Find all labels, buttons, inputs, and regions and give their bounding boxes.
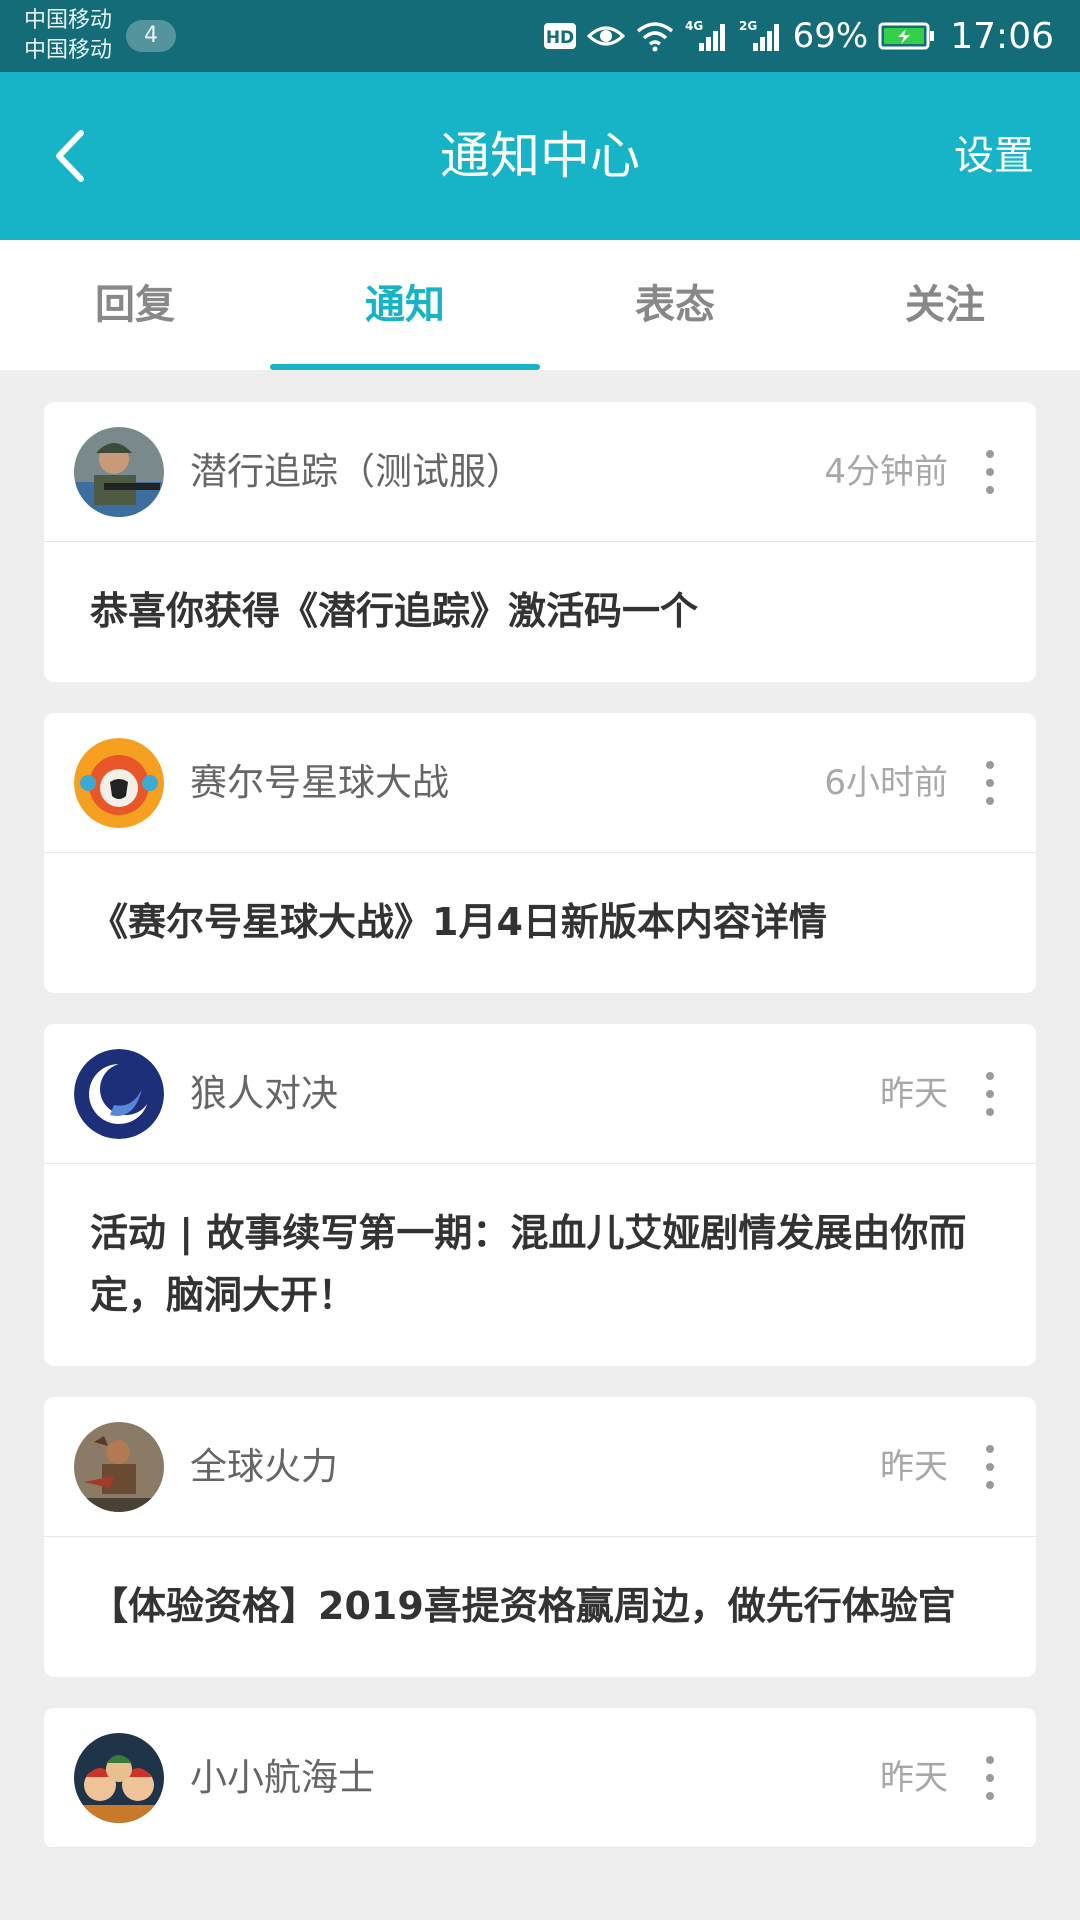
app-name: 全球火力 (190, 1445, 338, 1488)
more-options-icon[interactable] (982, 1072, 998, 1116)
app-avatar[interactable] (74, 1049, 164, 1139)
svg-text:2G: 2G (739, 19, 757, 33)
notification-list: 潜行追踪（测试服） 4分钟前 恭喜你获得《潜行追踪》激活码一个 赛尔号星球大战 … (44, 402, 1036, 1879)
notification-time: 4分钟前 (824, 452, 948, 492)
notification-header: 小小航海士 昨天 (44, 1708, 1036, 1848)
carrier-1: 中国移动 (24, 8, 113, 33)
carrier-2: 中国移动 (24, 38, 113, 63)
app-name: 潜行追踪（测试服） (190, 450, 523, 493)
notification-card[interactable]: 赛尔号星球大战 6小时前 《赛尔号星球大战》1月4日新版本内容详情 (44, 713, 1036, 993)
warrior-avatar-icon (74, 1422, 164, 1512)
notification-message: 恭喜你获得《潜行追踪》激活码一个 (90, 589, 699, 633)
app-avatar[interactable] (74, 738, 164, 828)
notification-message: 《赛尔号星球大战》1月4日新版本内容详情 (90, 900, 827, 944)
app-name: 赛尔号星球大战 (190, 761, 449, 804)
sim-badge: 4 (126, 20, 176, 52)
notification-time: 昨天 (880, 1447, 948, 1487)
clock: 17:06 (950, 15, 1054, 57)
notification-card[interactable]: 全球火力 昨天 【体验资格】2019喜提资格赢周边，做先行体验官 (44, 1397, 1036, 1677)
notification-header: 全球火力 昨天 (44, 1397, 1036, 1537)
title-bar: 通知中心 设置 (0, 72, 1080, 240)
tab-notifications[interactable]: 通知 (270, 240, 540, 370)
notification-card[interactable]: 潜行追踪（测试服） 4分钟前 恭喜你获得《潜行追踪》激活码一个 (44, 402, 1036, 682)
more-options-icon[interactable] (982, 450, 998, 494)
app-name: 小小航海士 (190, 1756, 375, 1799)
settings-button[interactable]: 设置 (954, 72, 1034, 240)
signal-2g-icon: 2G (739, 19, 783, 53)
eye-icon (586, 21, 625, 51)
more-options-icon[interactable] (982, 1756, 998, 1800)
wolf-moon-avatar-icon (74, 1049, 164, 1139)
status-bar: 中国移动 中国移动 4 HD 4G 2G 69% 17:06 (0, 0, 1080, 72)
sailors-avatar-icon (74, 1733, 164, 1823)
hd-icon: HD (543, 21, 577, 51)
notification-message: 活动 | 故事续写第一期：混血儿艾娅剧情发展由你而定，脑洞大开！ (90, 1211, 967, 1317)
tab-reactions[interactable]: 表态 (540, 240, 810, 370)
notification-time: 昨天 (880, 1758, 948, 1798)
notification-header: 潜行追踪（测试服） 4分钟前 (44, 402, 1036, 542)
tab-follow[interactable]: 关注 (810, 240, 1080, 370)
soldier-avatar-icon (74, 427, 164, 517)
more-options-icon[interactable] (982, 761, 998, 805)
app-avatar[interactable] (74, 427, 164, 517)
notification-card[interactable]: 狼人对决 昨天 活动 | 故事续写第一期：混血儿艾娅剧情发展由你而定，脑洞大开！ (44, 1024, 1036, 1366)
battery-icon (878, 21, 936, 51)
signal-4g-icon: 4G (685, 19, 729, 53)
app-avatar[interactable] (74, 1422, 164, 1512)
carrier-labels: 中国移动 中国移动 (24, 6, 112, 66)
svg-text:4G: 4G (685, 19, 703, 33)
app-name: 狼人对决 (190, 1072, 338, 1115)
notification-card[interactable]: 小小航海士 昨天 (44, 1708, 1036, 1848)
tab-reply[interactable]: 回复 (0, 240, 270, 370)
notification-header: 赛尔号星球大战 6小时前 (44, 713, 1036, 853)
page-title: 通知中心 (440, 127, 640, 185)
notification-message: 【体验资格】2019喜提资格赢周边，做先行体验官 (90, 1584, 956, 1628)
status-icons: HD 4G 2G 69% 17:06 (543, 0, 1054, 72)
tab-bar: 回复 通知 表态 关注 (0, 240, 1080, 370)
notification-header: 狼人对决 昨天 (44, 1024, 1036, 1164)
notification-time: 昨天 (880, 1074, 948, 1114)
robot-avatar-icon (74, 738, 164, 828)
notification-time: 6小时前 (824, 763, 948, 803)
battery-percent: 69% (792, 16, 869, 56)
app-avatar[interactable] (74, 1733, 164, 1823)
wifi-icon (635, 20, 675, 52)
svg-text:HD: HD (546, 28, 574, 48)
more-options-icon[interactable] (982, 1445, 998, 1489)
